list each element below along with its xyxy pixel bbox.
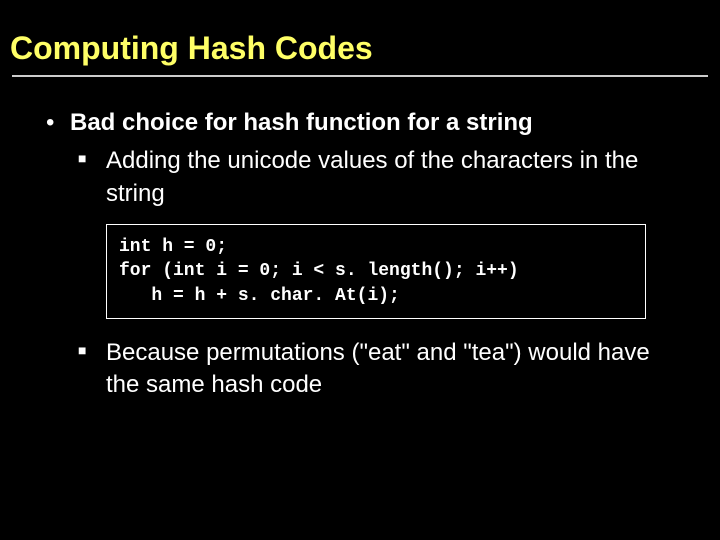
bullet-level-2: Adding the unicode values of the charact…: [40, 145, 680, 210]
slide: Computing Hash Codes Bad choice for hash…: [0, 0, 720, 540]
code-block: int h = 0; for (int i = 0; i < s. length…: [106, 224, 646, 319]
slide-title: Computing Hash Codes: [0, 0, 720, 75]
bullet-level-2: Because permutations ("eat" and "tea") w…: [40, 337, 680, 402]
slide-content: Bad choice for hash function for a strin…: [0, 77, 720, 402]
bullet-level-1: Bad choice for hash function for a strin…: [40, 107, 680, 139]
